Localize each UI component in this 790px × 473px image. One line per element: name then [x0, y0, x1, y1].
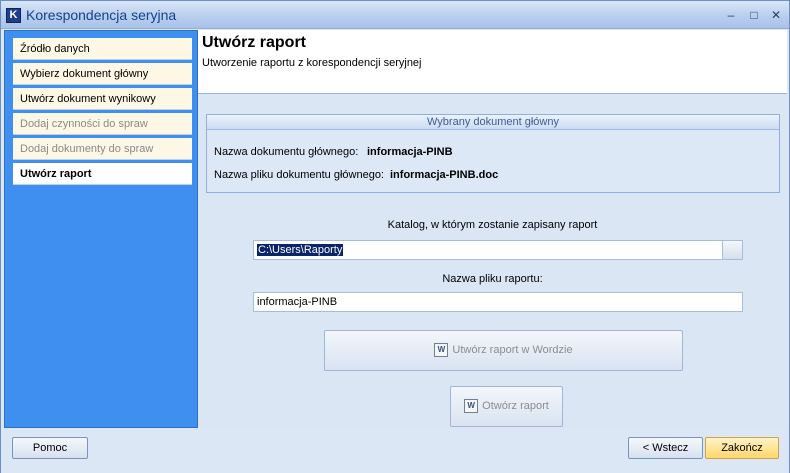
minimize-icon[interactable]: –: [723, 7, 739, 23]
report-name-input[interactable]: informacja-PINB: [253, 292, 743, 312]
page-header: Utwórz raport Utworzenie raportu z kores…: [198, 30, 787, 94]
main-panel: Utwórz raport Utworzenie raportu z kores…: [198, 30, 787, 428]
window-title: Korespondencja seryjna: [26, 7, 177, 23]
report-name-label: Nazwa pliku raportu:: [442, 273, 543, 285]
open-report-label: Otwórz raport: [482, 400, 549, 412]
doc-name-value: informacja-PINB: [367, 146, 453, 158]
back-button[interactable]: < Wstecz: [628, 437, 703, 459]
page-subtitle: Utworzenie raportu z korespondencji sery…: [202, 57, 422, 69]
app-icon: K: [6, 8, 21, 23]
step-item-wybierz-dokument[interactable]: Wybierz dokument główny: [13, 63, 192, 85]
word-document-icon: W: [434, 343, 449, 358]
step-item-dodaj-dokumenty: Dodaj dokumenty do spraw: [13, 138, 192, 160]
create-report-in-word-label: Utwórz raport w Wordzie: [452, 344, 573, 356]
create-report-in-word-button[interactable]: W Utwórz raport w Wordzie: [324, 330, 683, 371]
selected-document-group: Wybrany dokument główny Nazwa dokumentu …: [206, 114, 780, 193]
wizard-window: K Korespondencja seryjna – □ ✕ Źródło da…: [0, 0, 790, 473]
catalog-label: Katalog, w którym zostanie zapisany rapo…: [387, 219, 598, 231]
catalog-input[interactable]: C:\Users\Raporty: [253, 240, 743, 260]
step-item-dodaj-czynnosci: Dodaj czynności do spraw: [13, 113, 192, 135]
wizard-footer: Pomoc < Wstecz Zakończ: [1, 429, 789, 473]
finish-button[interactable]: Zakończ: [705, 437, 779, 459]
step-item-utworz-dokument-wynikowy[interactable]: Utwórz dokument wynikowy: [13, 88, 192, 110]
title-bar[interactable]: K Korespondencja seryjna – □ ✕: [1, 1, 789, 29]
group-title: Wybrany dokument główny: [207, 115, 779, 130]
page-title: Utwórz raport: [202, 34, 306, 51]
catalog-input-value: C:\Users\Raporty: [257, 244, 344, 256]
open-report-button[interactable]: W Otwórz raport: [450, 386, 563, 427]
report-name-value: informacja-PINB: [257, 296, 338, 308]
maximize-icon[interactable]: □: [746, 7, 762, 23]
step-item-zrodlo-danych[interactable]: Źródło danych: [13, 38, 192, 60]
file-name-label: Nazwa pliku dokumentu głównego:: [214, 169, 384, 181]
open-document-icon: W: [464, 399, 479, 414]
browse-folder-button[interactable]: [722, 241, 742, 259]
file-name-value: informacja-PINB.doc: [390, 169, 499, 181]
step-item-utworz-raport[interactable]: Utwórz raport: [13, 163, 192, 185]
close-icon[interactable]: ✕: [768, 7, 784, 23]
wizard-steps-sidebar: Źródło danych Wybierz dokument główny Ut…: [4, 30, 198, 428]
help-button[interactable]: Pomoc: [12, 437, 88, 459]
doc-name-label: Nazwa dokumentu głównego:: [214, 146, 359, 158]
